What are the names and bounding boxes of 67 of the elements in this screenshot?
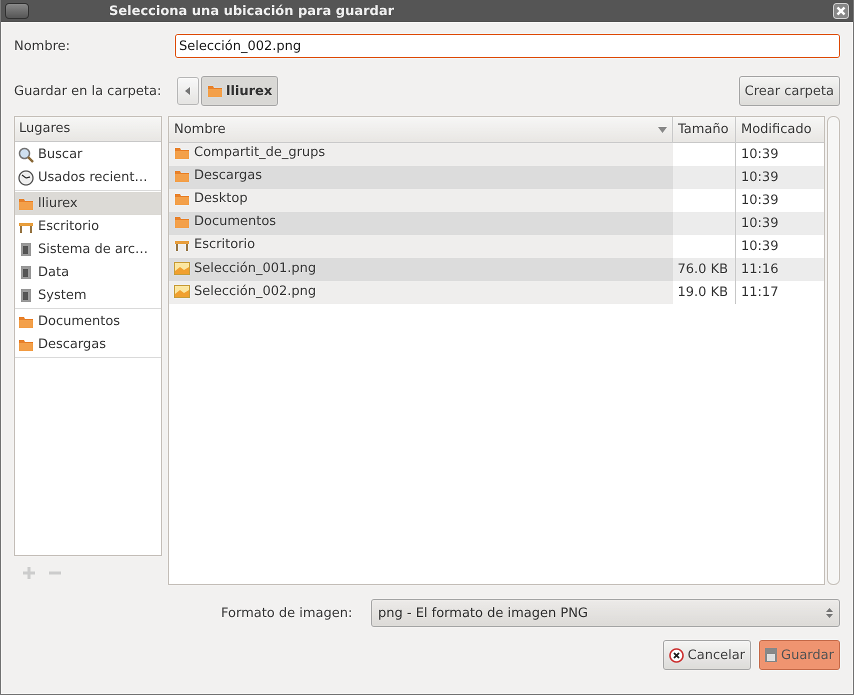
table-cell: 11:17	[736, 281, 824, 304]
file-name[interactable]: Documentos	[174, 214, 276, 230]
folder-icon	[18, 338, 34, 352]
folder-label: Guardar en la carpeta:	[14, 84, 162, 98]
table-cell: 10:39	[736, 166, 824, 189]
column-header[interactable]: Lugares	[15, 117, 161, 142]
clock-icon	[18, 170, 34, 186]
up-down-arrows-icon	[826, 607, 833, 619]
column-header[interactable]: Nombre	[169, 117, 672, 142]
table-cell	[672, 235, 736, 258]
file-name[interactable]: Compartit_de_grups	[174, 145, 326, 160]
table-cell: 19.0 KB	[672, 281, 736, 304]
place-item[interactable]: Escritorio	[15, 215, 161, 238]
sort-down-icon	[658, 126, 667, 132]
table-cell	[672, 166, 736, 189]
place-item[interactable]: Sistema de arc…	[15, 238, 161, 261]
cancel-button[interactable]: Cancelar	[662, 640, 752, 670]
scrollbar[interactable]	[827, 116, 840, 585]
drive-icon	[18, 242, 34, 257]
place-item[interactable]: Usados recient…	[15, 166, 161, 189]
search-icon	[18, 146, 34, 162]
file-name[interactable]: Selección_002.png	[174, 284, 316, 298]
create-folder-button[interactable]: Crear carpeta	[738, 76, 840, 106]
image-file-icon	[174, 262, 190, 274]
left-arrow-icon	[185, 87, 191, 95]
table-cell: 10:39	[736, 142, 824, 166]
table-cell: 11:16	[736, 258, 824, 281]
image-file-icon	[174, 284, 190, 298]
drive-icon	[18, 288, 34, 303]
cancel-icon	[668, 648, 684, 662]
place-item[interactable]: System	[15, 284, 161, 307]
folder-icon	[18, 196, 34, 210]
place-item[interactable]: Descargas	[15, 333, 161, 356]
path-button[interactable]: lliurex	[201, 76, 278, 106]
table-cell: 10:39	[736, 212, 824, 235]
file-name[interactable]: Descargas	[174, 168, 262, 184]
format-dropdown[interactable]: png - El formato de imagen PNG	[371, 599, 840, 627]
column-header[interactable]: Modificado	[736, 117, 824, 142]
place-item[interactable]: Buscar	[15, 143, 161, 166]
column-header[interactable]: Tamaño	[672, 117, 736, 142]
place-item[interactable]: Data	[15, 261, 161, 284]
format-label: Formato de imagen:	[221, 606, 354, 620]
folder-icon	[174, 146, 190, 160]
folder-icon	[174, 192, 190, 206]
table-cell	[672, 189, 736, 212]
window-title: Selecciona una ubicación para guardar	[108, 4, 396, 18]
table-cell: 10:39	[736, 189, 824, 212]
file-name[interactable]: Desktop	[174, 191, 248, 206]
place-item[interactable]: lliurex	[15, 192, 161, 215]
name-label: Nombre:	[14, 38, 72, 54]
name-field[interactable]: Selección_002.png	[175, 34, 840, 58]
table-cell: 10:39	[736, 235, 824, 258]
file-name[interactable]: Escritorio	[174, 237, 256, 252]
table-cell	[672, 212, 736, 235]
file-name[interactable]: Selección_001.png	[174, 260, 316, 276]
folder-icon	[174, 214, 190, 229]
folder-icon	[18, 314, 34, 328]
table-cell	[672, 142, 736, 166]
window-menu-button[interactable]	[5, 3, 29, 19]
place-item[interactable]: Documentos	[15, 310, 161, 333]
drive-icon	[18, 265, 34, 280]
folder-icon	[174, 168, 190, 183]
floppy-icon	[765, 648, 778, 662]
close-icon[interactable]	[833, 3, 849, 19]
table-cell: 76.0 KB	[672, 258, 736, 281]
back-button[interactable]	[177, 77, 199, 105]
home-folder-icon	[207, 84, 223, 98]
